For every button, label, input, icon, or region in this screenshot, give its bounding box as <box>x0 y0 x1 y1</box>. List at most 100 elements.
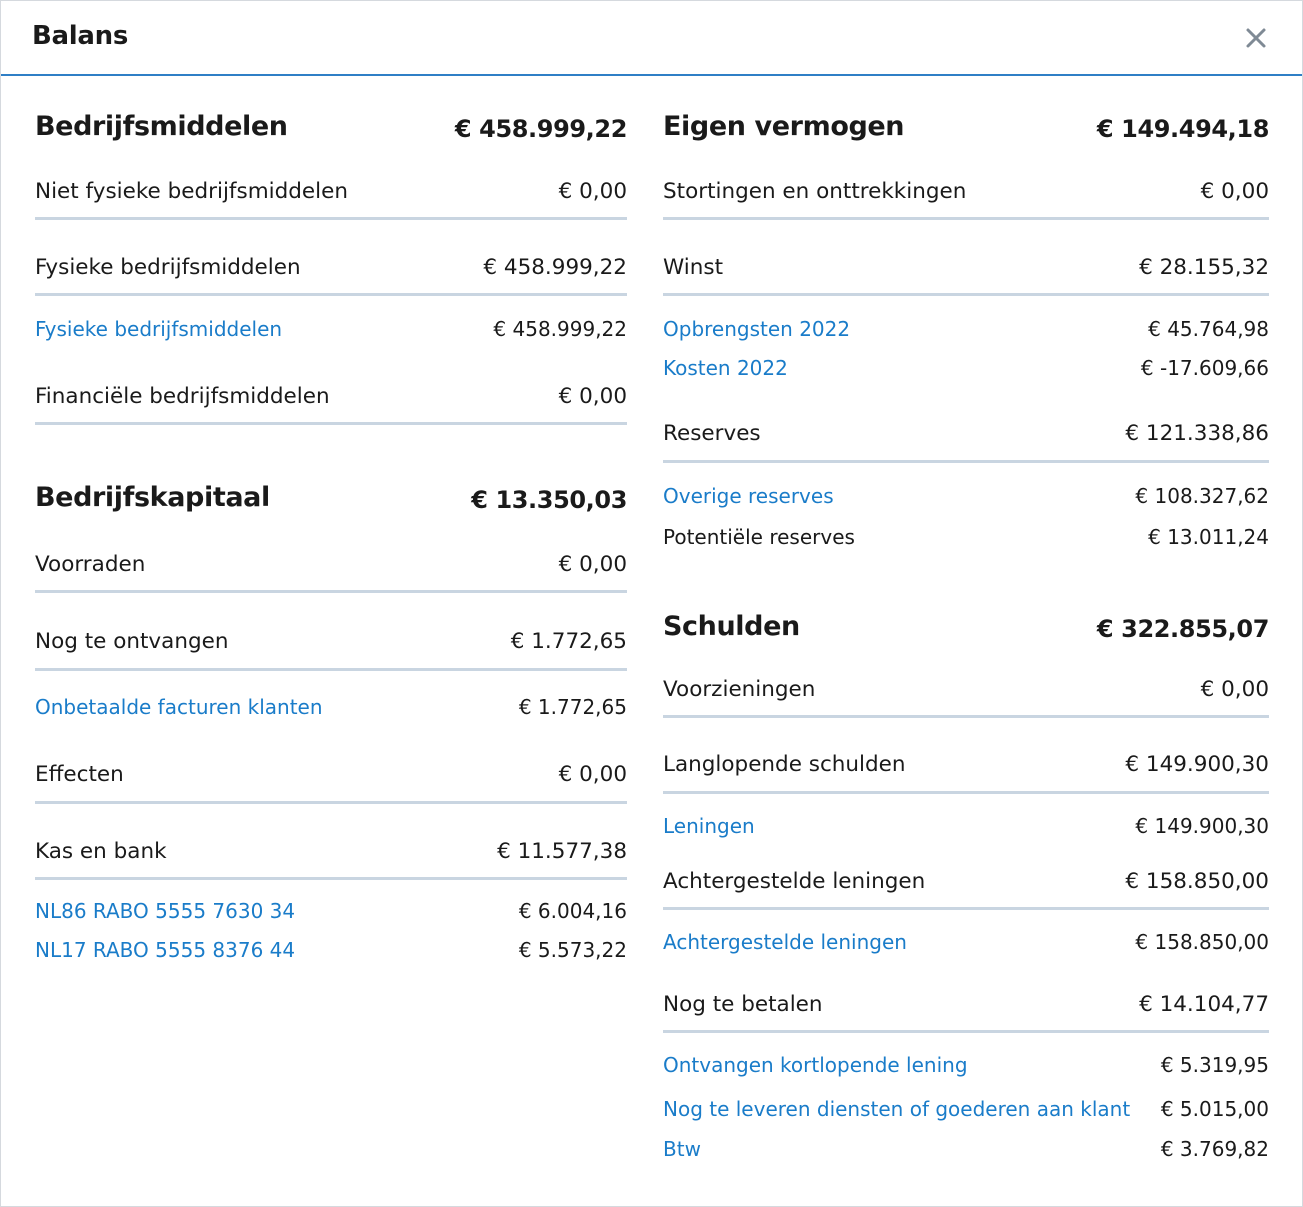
divider <box>663 791 1269 794</box>
row-label: Effecten <box>35 762 124 787</box>
row-label: Nog te ontvangen <box>35 629 229 654</box>
detail-link[interactable]: Fysieke bedrijfsmiddelen <box>35 317 282 341</box>
detail-link[interactable]: Achtergestelde leningen <box>663 930 907 954</box>
row-detail-bank-account-1: NL86 RABO 5555 7630 34 € 6.004,16 <box>35 899 627 939</box>
section-header-schulden: Schulden € 322.855,07 <box>663 611 1269 651</box>
row-label: Potentiële reserves <box>663 525 855 549</box>
section-title: Schulden <box>663 611 800 642</box>
row-value: € 158.850,00 <box>1125 869 1269 894</box>
divider <box>35 422 627 425</box>
row-niet-fysieke-bedrijfsmiddelen: Niet fysieke bedrijfsmiddelen € 0,00 <box>35 179 627 219</box>
divider <box>35 217 627 220</box>
row-value: € 14.104,77 <box>1139 992 1269 1017</box>
section-title: Bedrijfsmiddelen <box>35 111 288 142</box>
row-value: € 11.577,38 <box>497 839 627 864</box>
row-value: € 0,00 <box>1200 179 1269 204</box>
row-voorraden: Voorraden € 0,00 <box>35 552 627 592</box>
row-value: € 458.999,22 <box>493 317 627 341</box>
section-header-eigen-vermogen: Eigen vermogen € 149.494,18 <box>663 111 1269 151</box>
row-value: € 5.573,22 <box>518 938 627 962</box>
row-kas-en-bank: Kas en bank € 11.577,38 <box>35 839 627 879</box>
section-title: Eigen vermogen <box>663 111 905 142</box>
row-value: € 5.319,95 <box>1160 1053 1269 1077</box>
divider <box>663 460 1269 463</box>
row-detail-kortlopende-lening: Ontvangen kortlopende lening € 5.319,95 <box>663 1053 1269 1093</box>
row-label: Voorraden <box>35 552 146 577</box>
divider <box>35 801 627 804</box>
row-label: Reserves <box>663 421 761 446</box>
divider <box>663 907 1269 910</box>
row-value: € 0,00 <box>1200 677 1269 702</box>
section-total: € 149.494,18 <box>1096 115 1269 143</box>
row-nog-te-betalen: Nog te betalen € 14.104,77 <box>663 992 1269 1032</box>
detail-link[interactable]: NL86 RABO 5555 7630 34 <box>35 899 295 923</box>
detail-link[interactable]: Opbrengsten 2022 <box>663 317 850 341</box>
row-value: € 28.155,32 <box>1139 255 1269 280</box>
row-effecten: Effecten € 0,00 <box>35 762 627 802</box>
row-label: Winst <box>663 255 724 280</box>
detail-link[interactable]: Ontvangen kortlopende lening <box>663 1053 968 1077</box>
row-value: € 121.338,86 <box>1125 421 1269 446</box>
row-detail-nog-te-leveren: Nog te leveren diensten of goederen aan … <box>663 1097 1269 1137</box>
row-value: € 0,00 <box>558 179 627 204</box>
row-voorzieningen: Voorzieningen € 0,00 <box>663 677 1269 717</box>
row-value: € 0,00 <box>558 384 627 409</box>
section-total: € 322.855,07 <box>1096 615 1269 643</box>
row-label: Fysieke bedrijfsmiddelen <box>35 255 301 280</box>
row-winst: Winst € 28.155,32 <box>663 255 1269 295</box>
detail-link[interactable]: Overige reserves <box>663 484 834 508</box>
section-total: € 458.999,22 <box>454 115 627 143</box>
row-detail-overige-reserves: Overige reserves € 108.327,62 <box>663 484 1269 524</box>
row-detail-bank-account-2: NL17 RABO 5555 8376 44 € 5.573,22 <box>35 938 627 978</box>
row-value: € 13.011,24 <box>1148 525 1269 549</box>
row-value: € 45.764,98 <box>1148 317 1269 341</box>
row-label: Voorzieningen <box>663 677 816 702</box>
row-detail-leningen: Leningen € 149.900,30 <box>663 814 1269 854</box>
divider <box>663 293 1269 296</box>
row-value: € 0,00 <box>558 762 627 787</box>
row-detail-opbrengsten: Opbrengsten 2022 € 45.764,98 <box>663 317 1269 357</box>
row-detail-fysieke-bedrijfsmiddelen: Fysieke bedrijfsmiddelen € 458.999,22 <box>35 317 627 357</box>
row-potentiele-reserves: Potentiële reserves € 13.011,24 <box>663 525 1269 565</box>
row-label: Stortingen en onttrekkingen <box>663 179 967 204</box>
divider <box>35 877 627 880</box>
row-value: € 0,00 <box>558 552 627 577</box>
balance-dialog: Balans Bedrijfsmiddelen € 458.999,22 Nie… <box>0 0 1303 1207</box>
detail-link[interactable]: NL17 RABO 5555 8376 44 <box>35 938 295 962</box>
row-label: Achtergestelde leningen <box>663 869 926 894</box>
row-value: € 108.327,62 <box>1135 484 1269 508</box>
detail-link[interactable]: Leningen <box>663 814 755 838</box>
row-label: Nog te betalen <box>663 992 823 1017</box>
row-value: € -17.609,66 <box>1140 356 1269 380</box>
row-detail-kosten: Kosten 2022 € -17.609,66 <box>663 356 1269 396</box>
row-value: € 1.772,65 <box>518 695 627 719</box>
divider <box>35 668 627 671</box>
row-detail-btw: Btw € 3.769,82 <box>663 1137 1269 1177</box>
dialog-header: Balans <box>1 1 1302 76</box>
detail-link[interactable]: Nog te leveren diensten of goederen aan … <box>663 1097 1130 1121</box>
section-total: € 13.350,03 <box>471 486 627 514</box>
detail-link[interactable]: Onbetaalde facturen klanten <box>35 695 323 719</box>
row-label: Niet fysieke bedrijfsmiddelen <box>35 179 348 204</box>
row-langlopende-schulden: Langlopende schulden € 149.900,30 <box>663 752 1269 792</box>
section-header-bedrijfskapitaal: Bedrijfskapitaal € 13.350,03 <box>35 482 627 522</box>
row-financiele-bedrijfsmiddelen: Financiële bedrijfsmiddelen € 0,00 <box>35 384 627 424</box>
row-label: Financiële bedrijfsmiddelen <box>35 384 330 409</box>
divider <box>35 590 627 593</box>
row-detail-achtergestelde-leningen: Achtergestelde leningen € 158.850,00 <box>663 930 1269 970</box>
row-stortingen-en-onttrekkingen: Stortingen en onttrekkingen € 0,00 <box>663 179 1269 219</box>
row-nog-te-ontvangen: Nog te ontvangen € 1.772,65 <box>35 629 627 669</box>
row-value: € 149.900,30 <box>1135 814 1269 838</box>
section-header-bedrijfsmiddelen: Bedrijfsmiddelen € 458.999,22 <box>35 111 627 151</box>
row-reserves: Reserves € 121.338,86 <box>663 421 1269 461</box>
row-value: € 149.900,30 <box>1125 752 1269 777</box>
detail-link[interactable]: Btw <box>663 1137 701 1161</box>
row-value: € 458.999,22 <box>483 255 627 280</box>
close-button[interactable] <box>1241 23 1271 53</box>
divider <box>35 293 627 296</box>
row-detail-onbetaalde-facturen: Onbetaalde facturen klanten € 1.772,65 <box>35 695 627 735</box>
close-icon <box>1246 28 1266 48</box>
divider <box>663 715 1269 718</box>
detail-link[interactable]: Kosten 2022 <box>663 356 788 380</box>
divider <box>663 217 1269 220</box>
